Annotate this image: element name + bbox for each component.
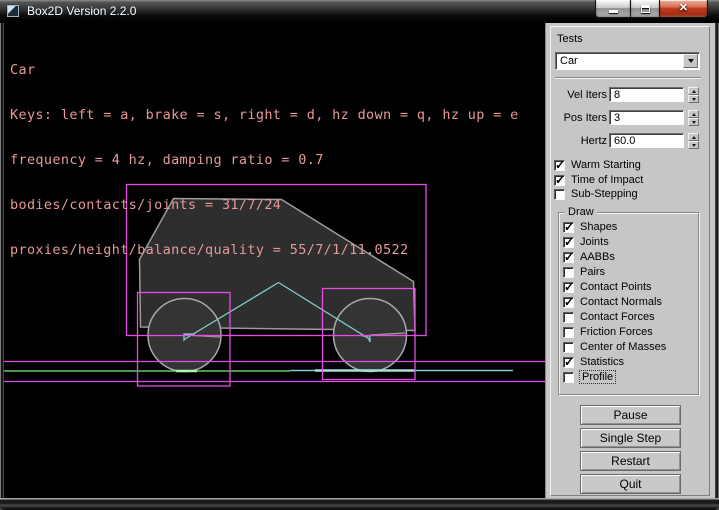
checkbox-label: Warm Starting	[571, 159, 641, 171]
checkbox-center-of-masses[interactable]: Center of Masses	[563, 341, 666, 353]
vel-iters-label: Vel Iters	[546, 89, 607, 101]
checkbox-box[interactable]	[563, 357, 574, 368]
pos-iters-field[interactable]: 3	[609, 110, 684, 125]
app-icon	[7, 5, 19, 17]
checkbox-label: Sub-Stepping	[571, 188, 638, 200]
checkbox-label: Contact Forces	[580, 311, 655, 323]
pos-iters-down-button[interactable]	[688, 118, 699, 126]
checkbox-box[interactable]	[563, 267, 574, 278]
hertz-up-button[interactable]	[688, 133, 699, 141]
pos-iters-spinner	[688, 110, 699, 126]
checkbox-warm-starting[interactable]: Warm Starting	[554, 159, 641, 171]
checkbox-box[interactable]	[554, 175, 565, 186]
debug-line-title: Car	[10, 63, 519, 78]
checkbox-box[interactable]	[563, 297, 574, 308]
debug-line-keys: Keys: left = a, brake = s, right = d, hz…	[10, 108, 519, 123]
vel-iters-up-button[interactable]	[688, 87, 699, 95]
close-icon: ✕	[679, 3, 688, 14]
checkbox-label: Profile	[580, 371, 615, 383]
restart-button[interactable]: Restart	[580, 451, 681, 471]
checkbox-shapes[interactable]: Shapes	[563, 221, 617, 233]
checkbox-label: Joints	[580, 236, 609, 248]
vel-iters-field[interactable]: 8	[609, 87, 684, 102]
control-panel: Tests Car Vel Iters 8 Pos Iters 3 Hertz …	[545, 23, 715, 498]
checkbox-box[interactable]	[563, 312, 574, 323]
arrow-down-icon	[692, 121, 696, 124]
arrow-down-icon	[692, 144, 696, 147]
checkbox-label: AABBs	[580, 251, 615, 263]
tests-label: Tests	[557, 33, 583, 45]
debug-line-frequency: frequency = 4 hz, damping ratio = 0.7	[10, 153, 519, 168]
checkbox-contact-forces[interactable]: Contact Forces	[563, 311, 655, 323]
pos-iters-up-button[interactable]	[688, 110, 699, 118]
arrow-up-icon	[692, 113, 696, 116]
tests-dropdown-value: Car	[560, 55, 578, 67]
checkbox-profile[interactable]: Profile	[563, 371, 615, 383]
debug-line-proxies: proxies/height/balance/quality = 55/7/1/…	[10, 243, 519, 258]
checkbox-box[interactable]	[563, 342, 574, 353]
pause-button[interactable]: Pause	[580, 405, 681, 425]
checkbox-joints[interactable]: Joints	[563, 236, 609, 248]
close-button[interactable]: ✕	[659, 0, 708, 18]
checkbox-box[interactable]	[563, 372, 574, 383]
checkbox-statistics[interactable]: Statistics	[563, 356, 624, 368]
arrow-down-icon	[692, 98, 696, 101]
checkbox-contact-points[interactable]: Contact Points	[563, 281, 652, 293]
arrow-up-icon	[692, 90, 696, 93]
checkbox-label: Friction Forces	[580, 326, 653, 338]
hertz-field[interactable]: 60.0	[609, 133, 684, 148]
minimize-icon	[609, 10, 618, 13]
checkbox-pairs[interactable]: Pairs	[563, 266, 605, 278]
checkbox-box[interactable]	[563, 327, 574, 338]
checkbox-label: Contact Normals	[580, 296, 662, 308]
maximize-button[interactable]	[631, 0, 659, 18]
arrow-up-icon	[692, 136, 696, 139]
checkbox-label: Contact Points	[580, 281, 652, 293]
hertz-down-button[interactable]	[688, 141, 699, 149]
checkbox-sub-stepping[interactable]: Sub-Stepping	[554, 188, 638, 200]
title-bar[interactable]: Box2D Version 2.2.0 ✕	[0, 0, 719, 23]
window-title: Box2D Version 2.2.0	[27, 4, 136, 18]
window-border-bottom	[0, 498, 719, 510]
checkbox-label: Pairs	[580, 266, 605, 278]
checkbox-label: Shapes	[580, 221, 617, 233]
checkbox-label: Center of Masses	[580, 341, 666, 353]
tests-dropdown-button[interactable]	[683, 54, 698, 68]
quit-button[interactable]: Quit	[580, 474, 681, 494]
checkbox-box[interactable]	[554, 160, 565, 171]
checkbox-friction-forces[interactable]: Friction Forces	[563, 326, 653, 338]
single-step-button[interactable]: Single Step	[580, 428, 681, 448]
hertz-spinner	[688, 133, 699, 149]
hertz-label: Hertz	[546, 135, 607, 147]
pos-iters-label: Pos Iters	[546, 112, 607, 124]
window-border-right	[715, 23, 719, 498]
checkbox-box[interactable]	[563, 282, 574, 293]
physics-canvas[interactable]: Car Keys: left = a, brake = s, right = d…	[4, 23, 545, 498]
debug-text-overlay: Car Keys: left = a, brake = s, right = d…	[10, 33, 519, 288]
tests-dropdown[interactable]: Car	[555, 52, 700, 70]
checkbox-label: Time of Impact	[571, 174, 643, 186]
checkbox-box[interactable]	[563, 222, 574, 233]
checkbox-box[interactable]	[554, 189, 565, 200]
separator-line	[555, 77, 701, 79]
checkbox-contact-normals[interactable]: Contact Normals	[563, 296, 662, 308]
vel-iters-spinner	[688, 87, 699, 103]
draw-group-label: Draw	[565, 206, 597, 218]
caption-button-group: ✕	[595, 0, 708, 18]
maximize-icon	[641, 5, 650, 13]
debug-line-bodies: bodies/contacts/joints = 31/7/24	[10, 198, 519, 213]
vel-iters-down-button[interactable]	[688, 95, 699, 103]
checkbox-aabbs[interactable]: AABBs	[563, 251, 615, 263]
chevron-down-icon	[688, 59, 694, 63]
checkbox-label: Statistics	[580, 356, 624, 368]
checkbox-box[interactable]	[563, 237, 574, 248]
checkbox-box[interactable]	[563, 252, 574, 263]
checkbox-time-of-impact[interactable]: Time of Impact	[554, 174, 643, 186]
app-window: Box2D Version 2.2.0 ✕	[0, 0, 719, 510]
minimize-button[interactable]	[595, 0, 631, 18]
